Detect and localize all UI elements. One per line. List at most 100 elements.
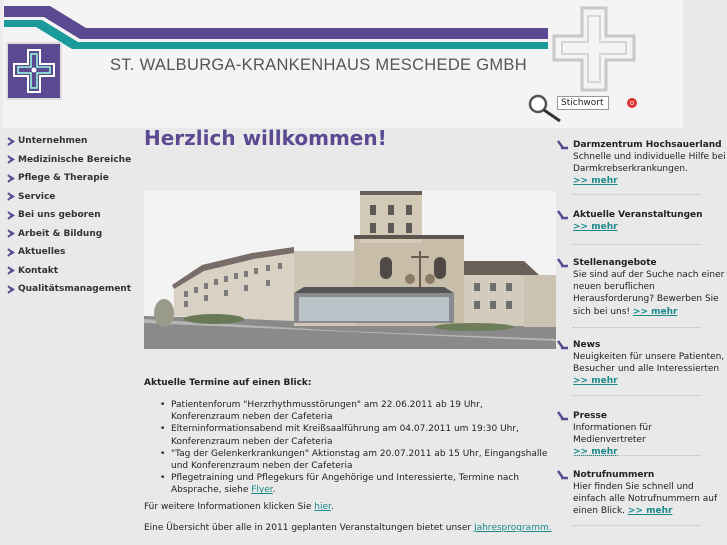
site-title: ST. WALBURGA-KRANKENHAUS MESCHEDE GMBH [110, 56, 527, 74]
arrow-right-icon [557, 140, 568, 150]
annual-program-link[interactable]: Jahresprogramm. [474, 523, 552, 533]
list-item: "Tag der Gelenkerkrankungen" Aktionstag … [144, 448, 554, 472]
sidebar-box-title-text: Darmzentrum Hochsauerland [573, 140, 722, 150]
sidebar-box-title[interactable]: News [557, 339, 727, 351]
nav-item-label: Arbeit & Bildung [18, 228, 103, 239]
sidebar-box-title-text: Presse [573, 411, 607, 421]
nav-item-label: Aktuelles [18, 247, 66, 258]
list-item-text: Elterninformationsabend mit Kreißsaalfüh… [171, 424, 519, 447]
sidebar-box-title-text: Notrufnummern [573, 470, 655, 480]
more-link[interactable]: >> mehr [573, 176, 618, 186]
sidebar-box-text: Hier finden Sie schnell und einfach alle… [557, 481, 727, 518]
sidebar-box-title-text: News [573, 340, 601, 350]
sidebar-box-presse: Presse Informationen für Medienvertreter… [557, 410, 727, 459]
arrow-right-icon [557, 470, 568, 480]
arrow-right-icon [557, 340, 568, 350]
nav-arrow-icon [7, 192, 15, 202]
sidebar-box-text: Schnelle und individuelle Hilfe bei Darm… [557, 151, 727, 188]
sidebar-box-title[interactable]: Stellenangebote [557, 257, 727, 269]
sidebar-box-veranstaltungen: Aktuelle Veranstaltungen >> mehr [557, 209, 727, 233]
more-link[interactable]: >> mehr [573, 222, 618, 232]
nav-item-arbeit-bildung[interactable]: Arbeit & Bildung [0, 225, 140, 244]
more-link[interactable]: >> mehr [573, 376, 618, 386]
divider [573, 244, 701, 245]
sidebar-box-text: >> mehr [557, 221, 727, 233]
divider [573, 327, 701, 328]
nav-arrow-icon [7, 210, 15, 220]
page-title: Herzlich willkommen! [144, 126, 387, 150]
nav-arrow-icon [7, 229, 15, 239]
main-content: Herzlich willkommen! Aktuelle Termine au… [144, 126, 556, 533]
divider [573, 455, 701, 456]
more-info-link[interactable]: hier [314, 502, 331, 512]
more-info-punct: . [330, 502, 334, 512]
overview-text: Eine Übersicht über alle in 2011 geplant… [144, 523, 474, 533]
list-item-text: Patientenforum "Herzrhythmusstörungen" a… [171, 400, 483, 423]
nav-item-pflege-therapie[interactable]: Pflege & Therapie [0, 169, 140, 188]
nav-arrow-icon [7, 136, 15, 146]
list-item: Pflegetraining und Pflegekurs für Angehö… [144, 472, 554, 496]
cross-watermark-icon [552, 6, 636, 92]
search-input[interactable] [557, 96, 609, 110]
nav-item-label: Medizinische Bereiche [18, 154, 132, 165]
nav-item-label: Qualitätsmanagement [18, 284, 132, 295]
nav-arrow-icon [7, 173, 15, 183]
nav-item-label: Kontakt [18, 265, 59, 276]
arrow-right-icon [557, 258, 568, 268]
nav-item-service[interactable]: Service [0, 188, 140, 207]
arrow-right-icon [557, 210, 568, 220]
header: ST. WALBURGA-KRANKENHAUS MESCHEDE GMBH o [0, 0, 683, 128]
main-navigation: Unternehmen Medizinische Bereiche Pflege… [0, 132, 140, 299]
divider [573, 525, 701, 526]
nav-item-unternehmen[interactable]: Unternehmen [0, 132, 140, 151]
nav-item-aktuelles[interactable]: Aktuelles [0, 243, 140, 262]
more-info-text: Für weitere Informationen klicken Sie [144, 502, 315, 512]
arrow-right-icon [557, 411, 568, 421]
sidebar-box-stellenangebote: Stellenangebote Sie sind auf der Suche n… [557, 257, 727, 318]
overview-line: Eine Übersicht über alle in 2011 geplant… [144, 523, 552, 533]
sidebar-box-body: Neuigkeiten für unsere Patienten, Besuch… [573, 352, 725, 375]
sidebar-box-body: Schnelle und individuelle Hilfe bei Darm… [573, 152, 726, 175]
search-go-button[interactable]: o [627, 98, 637, 108]
nav-item-bei-uns-geboren[interactable]: Bei uns geboren [0, 206, 140, 225]
sidebar-box-text: Sie sind auf der Suche nach einer neuen … [557, 269, 727, 318]
nav-item-medizinische-bereiche[interactable]: Medizinische Bereiche [0, 151, 140, 170]
nav-item-qualitaetsmanagement[interactable]: Qualitätsmanagement [0, 280, 140, 299]
sidebar-box-title[interactable]: Aktuelle Veranstaltungen [557, 209, 727, 221]
header-stripes [4, 6, 548, 49]
list-item: Elterninformationsabend mit Kreißsaalfüh… [144, 423, 554, 447]
nav-item-label: Bei uns geboren [18, 210, 101, 221]
flyer-link[interactable]: Flyer [251, 485, 272, 495]
terms-list: Patientenforum "Herzrhythmusstörungen" a… [144, 399, 554, 497]
nav-item-label: Unternehmen [18, 136, 88, 147]
more-link[interactable]: >> mehr [628, 506, 673, 516]
nav-arrow-icon [7, 266, 15, 276]
divider [573, 395, 701, 396]
sidebar-box-news: News Neuigkeiten für unsere Patienten, B… [557, 339, 727, 388]
more-info-line: Für weitere Informationen klicken Sie hi… [144, 502, 334, 512]
sidebar-box-text: Informationen für Medienvertreter >> mehr [557, 422, 727, 459]
list-item-text: "Tag der Gelenkerkrankungen" Aktionstag … [171, 448, 548, 472]
nav-item-label: Service [18, 191, 56, 202]
nav-arrow-icon [7, 284, 15, 294]
sidebar-box-title[interactable]: Presse [557, 410, 727, 422]
hospital-building-photo [144, 191, 556, 349]
nav-arrow-icon [7, 247, 15, 257]
sidebar-box-darmzentrum: Darmzentrum Hochsauerland Schnelle und i… [557, 139, 727, 188]
terms-heading: Aktuelle Termine auf einen Blick: [144, 378, 312, 388]
hospital-logo[interactable] [6, 42, 62, 100]
sidebar-box-body: Informationen für Medienvertreter [573, 423, 652, 446]
sidebar-box-title-text: Aktuelle Veranstaltungen [573, 210, 703, 220]
nav-item-kontakt[interactable]: Kontakt [0, 262, 140, 281]
nav-arrow-icon [7, 155, 15, 165]
list-item: Patientenforum "Herzrhythmusstörungen" a… [144, 399, 554, 423]
sidebar-box-notrufnummern: Notrufnummern Hier finden Sie schnell un… [557, 469, 727, 518]
sidebar-box-title[interactable]: Notrufnummern [557, 469, 727, 481]
sidebar-box-text: Neuigkeiten für unsere Patienten, Besuch… [557, 351, 727, 388]
list-item-text: Pflegetraining und Pflegekurs für Angehö… [171, 473, 520, 496]
divider [573, 194, 701, 195]
sidebar-box-title-text: Stellenangebote [573, 258, 657, 268]
more-link[interactable]: >> mehr [633, 307, 678, 317]
nav-item-label: Pflege & Therapie [18, 173, 109, 184]
sidebar-box-title[interactable]: Darmzentrum Hochsauerland [557, 139, 727, 151]
